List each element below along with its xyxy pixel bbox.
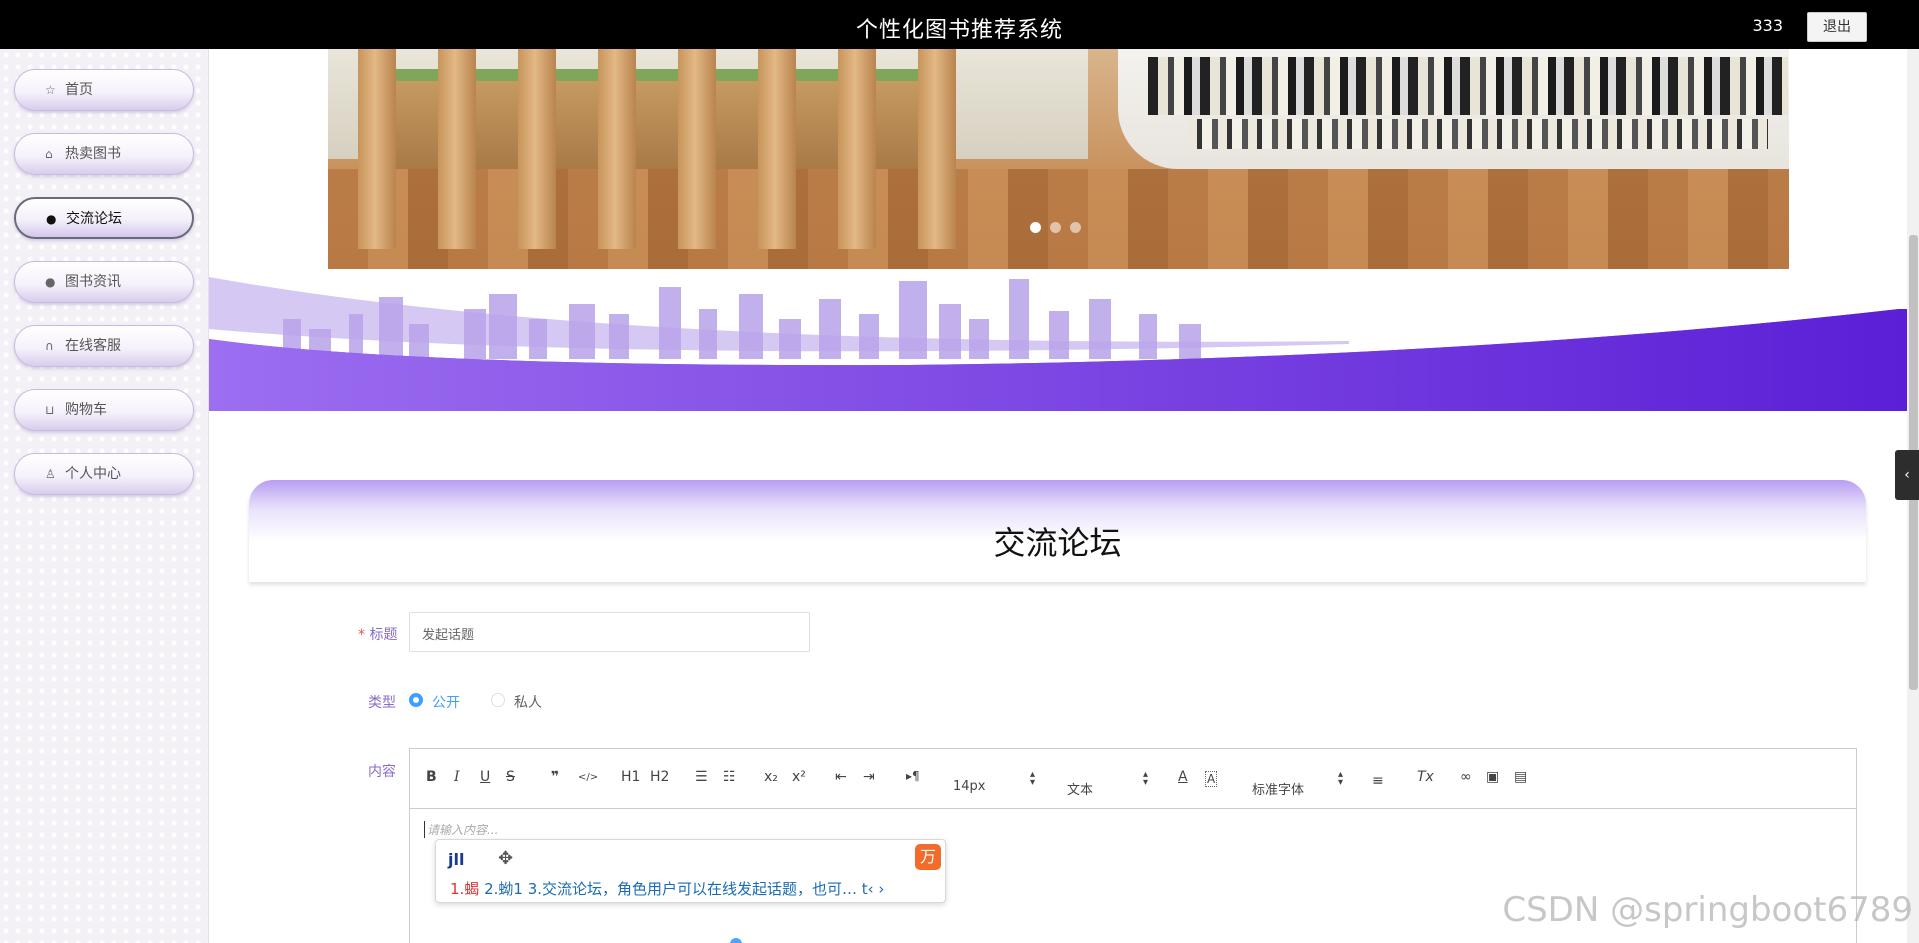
chevron-updown-icon: ▴ ▾ bbox=[1143, 769, 1149, 788]
editor-toolbar: B I U S ❞ </> H1 H2 ☰ ☷ x₂ x² ⇤ ⇥ ▸¶ 14p… bbox=[410, 749, 1856, 809]
strike-icon[interactable]: S bbox=[506, 769, 515, 785]
block-type-select[interactable]: 文本 bbox=[1067, 779, 1093, 798]
quote-icon[interactable]: ❞ bbox=[551, 769, 559, 785]
chevron-left-icon[interactable]: ‹ bbox=[1895, 450, 1919, 500]
bullet-list-icon[interactable]: ☷ bbox=[723, 769, 736, 785]
top-bar: 个性化图书推荐系统 333 退出 bbox=[0, 0, 1919, 49]
direction-icon[interactable]: ▸¶ bbox=[906, 769, 920, 783]
carousel-dot[interactable] bbox=[1050, 222, 1061, 233]
ime-candidate-rest[interactable]: 2.蚴1 3.交流论坛，角色用户可以在线发起话题，也可… t‹ › bbox=[479, 880, 884, 898]
title-input[interactable]: 发起话题 bbox=[409, 612, 810, 652]
user-icon: ♙ bbox=[45, 467, 56, 481]
headset-icon: ∩ bbox=[45, 339, 54, 353]
align-icon[interactable]: ≡ bbox=[1372, 773, 1384, 789]
subscript-icon[interactable]: x₂ bbox=[764, 769, 778, 785]
superscript-icon[interactable]: x² bbox=[792, 769, 806, 785]
bold-icon[interactable]: B bbox=[426, 769, 437, 785]
sidebar-item-cart[interactable]: ⊔ 购物车 bbox=[14, 389, 194, 431]
link-icon[interactable]: ∞ bbox=[1460, 769, 1472, 785]
radio-circle bbox=[491, 693, 505, 707]
sidebar-item-hot-books[interactable]: ⌂ 热卖图书 bbox=[14, 133, 194, 175]
ime-candidate-popup[interactable]: jll ✥ 万 1.蝎 2.蚴1 3.交流论坛，角色用户可以在线发起话题，也可…… bbox=[435, 839, 946, 903]
type-label: 类型 bbox=[368, 695, 396, 711]
resize-handle[interactable] bbox=[730, 938, 742, 943]
content-label: 内容 bbox=[368, 764, 396, 780]
h2-icon[interactable]: H2 bbox=[650, 769, 669, 785]
carousel-dot[interactable] bbox=[1070, 222, 1081, 233]
ordered-list-icon[interactable]: ☰ bbox=[695, 769, 708, 785]
radio-public[interactable]: 公开 bbox=[409, 692, 460, 712]
username: 333 bbox=[1752, 16, 1783, 35]
radio-private[interactable]: 私人 bbox=[491, 692, 542, 712]
radio-circle bbox=[409, 693, 423, 707]
sidebar-item-profile[interactable]: ♙ 个人中心 bbox=[14, 453, 194, 495]
ime-candidate-first[interactable]: 1.蝎 bbox=[450, 880, 479, 898]
sidebar-item-online-service[interactable]: ∩ 在线客服 bbox=[14, 325, 194, 367]
logout-button[interactable]: 退出 bbox=[1807, 12, 1867, 42]
outdent-icon[interactable]: ⇤ bbox=[835, 769, 847, 785]
image-icon[interactable]: ▣ bbox=[1486, 769, 1499, 785]
watermark: CSDN @springboot6789 bbox=[1502, 890, 1913, 930]
font-size-select[interactable]: 14px bbox=[953, 779, 986, 794]
sidebar-item-home[interactable]: ☆ 首页 bbox=[14, 69, 194, 111]
carousel-dot[interactable] bbox=[1030, 222, 1041, 233]
italic-icon[interactable]: I bbox=[454, 769, 460, 785]
sidebar-item-forum[interactable]: ● 交流论坛 bbox=[14, 197, 194, 239]
ime-logo-icon[interactable]: 万 bbox=[915, 844, 941, 870]
sidebar-item-label: 热卖图书 bbox=[65, 146, 121, 162]
forum-header: 交流论坛 bbox=[249, 480, 1866, 582]
h1-icon[interactable]: H1 bbox=[621, 769, 640, 785]
title-label: * 标题 bbox=[358, 627, 398, 643]
editor-placeholder[interactable]: 请输入内容... bbox=[424, 821, 498, 838]
banner-carousel[interactable] bbox=[328, 49, 1789, 269]
cart-icon: ⊔ bbox=[45, 403, 55, 417]
sidebar-item-book-news[interactable]: ● 图书资讯 bbox=[14, 261, 194, 303]
bag-icon: ⌂ bbox=[45, 147, 53, 161]
chevron-updown-icon: ▴ ▾ bbox=[1338, 769, 1344, 788]
code-icon[interactable]: </> bbox=[578, 772, 598, 783]
app-title: 个性化图书推荐系统 bbox=[855, 18, 1063, 43]
info-icon: ● bbox=[46, 212, 57, 226]
sidebar-item-label: 在线客服 bbox=[65, 338, 121, 354]
underline-icon[interactable]: U bbox=[480, 769, 490, 785]
city-skyline-decoration bbox=[209, 277, 1909, 411]
question-icon: ● bbox=[45, 275, 56, 289]
clear-format-icon[interactable]: Tx bbox=[1417, 769, 1434, 785]
font-family-select[interactable]: 标准字体 bbox=[1252, 779, 1304, 798]
background-color-icon[interactable]: A bbox=[1205, 771, 1218, 787]
ime-candidates[interactable]: 1.蝎 2.蚴1 3.交流论坛，角色用户可以在线发起话题，也可… t‹ › bbox=[450, 878, 930, 899]
move-icon[interactable]: ✥ bbox=[498, 848, 513, 869]
chevron-updown-icon: ▴ ▾ bbox=[1030, 769, 1036, 788]
star-icon: ☆ bbox=[45, 83, 56, 97]
page-title: 交流论坛 bbox=[993, 524, 1122, 562]
indent-icon[interactable]: ⇥ bbox=[863, 769, 875, 785]
ime-composition: jll bbox=[448, 850, 465, 869]
font-color-icon[interactable]: A bbox=[1178, 769, 1188, 785]
sidebar: ☆ 首页 ⌂ 热卖图书 ● 交流论坛 ● 图书资讯 ∩ 在线客服 ⊔ 购物车 ♙… bbox=[0, 49, 209, 943]
video-icon[interactable]: ▤ bbox=[1514, 769, 1527, 785]
